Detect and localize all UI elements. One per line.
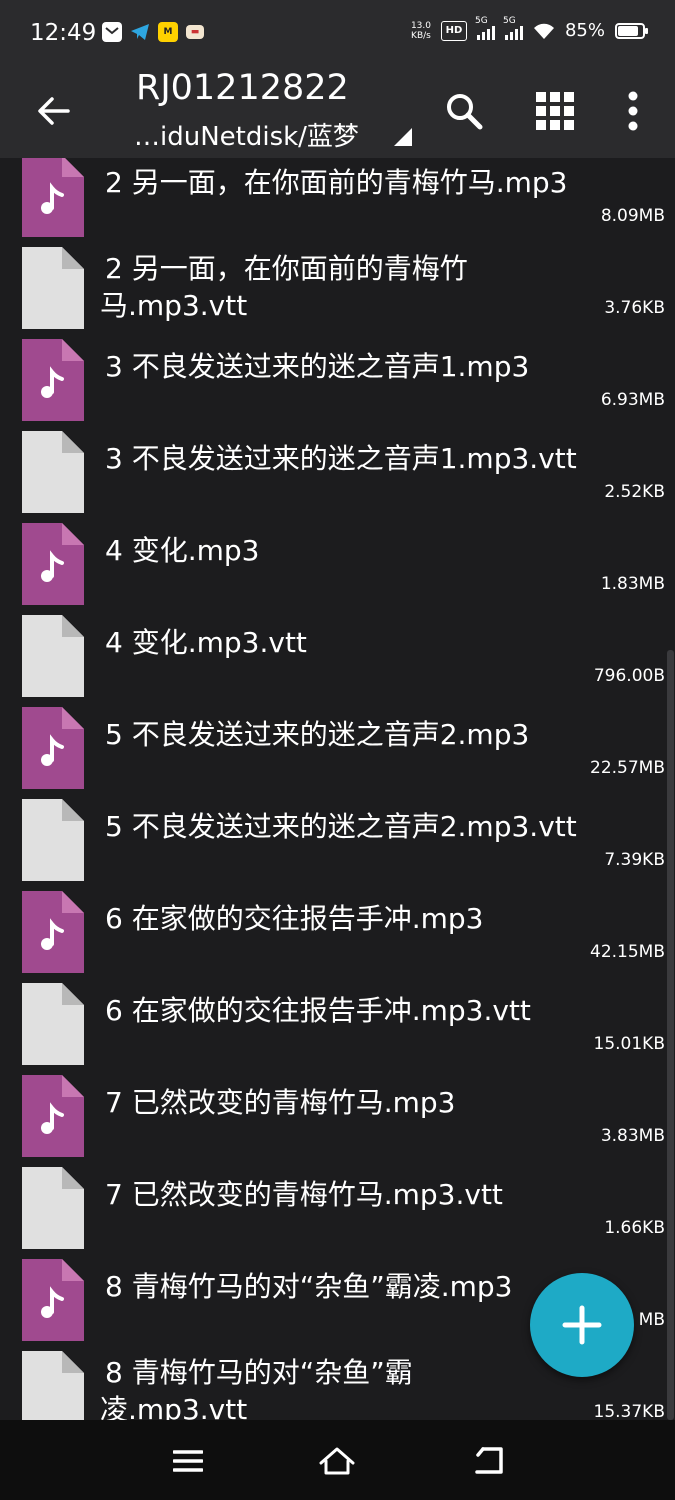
plus-icon bbox=[562, 1305, 602, 1345]
file-size: 7.39KB bbox=[604, 850, 665, 870]
audio-file-icon bbox=[22, 1259, 84, 1341]
network-speed-unit: KB/s bbox=[411, 30, 431, 41]
subtitle-file-row[interactable]: 3 不良发送过来的迷之音声1.mp3.vtt 2.52KB bbox=[0, 426, 675, 518]
document-file-icon bbox=[22, 431, 84, 513]
grid-view-icon bbox=[536, 92, 574, 130]
signal-5g-icon-2: 5G bbox=[503, 16, 523, 40]
signal1-label: 5G bbox=[474, 15, 488, 26]
add-fab-button[interactable] bbox=[530, 1273, 634, 1377]
file-name: 2 另一面，在你面前的青梅竹马.mp3 bbox=[105, 166, 568, 199]
file-size: 42.15MB bbox=[590, 942, 665, 962]
file-name: 3 不良发送过来的迷之音声1.mp3 bbox=[105, 350, 530, 383]
document-file-icon bbox=[22, 983, 84, 1065]
subtitle-file-row[interactable]: 5 不良发送过来的迷之音声2.mp3.vtt 7.39KB bbox=[0, 794, 675, 886]
file-name-line1: 2 另一面，在你面前的青梅竹 bbox=[105, 252, 468, 285]
file-name-line2: 凌.mp3.vtt bbox=[100, 1393, 248, 1420]
back-button[interactable] bbox=[28, 86, 78, 136]
app-notification-icon: ▬ bbox=[186, 25, 204, 39]
more-options-button[interactable] bbox=[605, 83, 661, 139]
audio-file-row[interactable]: 7 已然改变的青梅竹马.mp3 3.83MB bbox=[0, 1070, 675, 1162]
search-icon bbox=[447, 94, 483, 130]
file-name: 3 不良发送过来的迷之音声1.mp3.vtt bbox=[105, 442, 577, 475]
file-name: 8 青梅竹马的对“杂鱼”霸凌.mp3.vtt bbox=[100, 1354, 605, 1420]
subtitle-file-row[interactable]: 7 已然改变的青梅竹马.mp3.vtt 1.66KB bbox=[0, 1162, 675, 1254]
back-icon bbox=[475, 1447, 503, 1474]
file-size: 3.76KB bbox=[604, 298, 665, 318]
audio-file-icon bbox=[22, 523, 84, 605]
audio-file-row[interactable]: 2 另一面，在你面前的青梅竹马.mp3 8.09MB bbox=[0, 158, 675, 242]
network-speed: 13.0 KB/s bbox=[411, 21, 431, 41]
audio-file-row[interactable]: 6 在家做的交往报告手冲.mp3 42.15MB bbox=[0, 886, 675, 978]
file-name-line1: 8 青梅竹马的对“杂鱼”霸 bbox=[105, 1356, 413, 1389]
document-file-icon bbox=[22, 247, 84, 329]
back-arrow-icon bbox=[38, 97, 70, 125]
file-name: 6 在家做的交往报告手冲.mp3.vtt bbox=[105, 994, 531, 1027]
file-list[interactable]: 2 另一面，在你面前的青梅竹马.mp3 8.09MB 2 另一面，在你面前的青梅竹马… bbox=[0, 158, 675, 1420]
file-size: 15.01KB bbox=[593, 1034, 665, 1054]
file-size: MB bbox=[638, 1310, 665, 1330]
system-back-button[interactable] bbox=[463, 1436, 513, 1486]
file-name: 4 变化.mp3.vtt bbox=[105, 626, 307, 659]
file-name-line2: 马.mp3.vtt bbox=[100, 289, 248, 322]
file-name: 6 在家做的交往报告手冲.mp3 bbox=[105, 902, 484, 935]
subtitle-file-row[interactable]: 6 在家做的交往报告手冲.mp3.vtt 15.01KB bbox=[0, 978, 675, 1070]
file-size: 796.00B bbox=[593, 666, 665, 686]
recent-apps-button[interactable] bbox=[163, 1436, 213, 1486]
document-file-icon bbox=[22, 1167, 84, 1249]
audio-file-row[interactable]: 3 不良发送过来的迷之音声1.mp3 6.93MB bbox=[0, 334, 675, 426]
file-size: 1.83MB bbox=[600, 574, 665, 594]
notification-icons: M ▬ bbox=[102, 22, 204, 42]
status-indicators: 13.0 KB/s HD 5G 5G 85% bbox=[411, 16, 648, 41]
grid-view-button[interactable] bbox=[527, 83, 583, 139]
meituan-notification-icon: M bbox=[158, 22, 178, 42]
document-file-icon bbox=[22, 615, 84, 697]
more-vertical-icon bbox=[628, 91, 638, 131]
file-size: 3.83MB bbox=[600, 1126, 665, 1146]
search-button[interactable] bbox=[436, 83, 492, 139]
file-size: 1.66KB bbox=[604, 1218, 665, 1238]
subtitle-file-row[interactable]: 4 变化.mp3.vtt 796.00B bbox=[0, 610, 675, 702]
status-time: 12:49 bbox=[30, 20, 97, 46]
file-name: 5 不良发送过来的迷之音声2.mp3 bbox=[105, 718, 530, 751]
audio-file-row[interactable]: 4 变化.mp3 1.83MB bbox=[0, 518, 675, 610]
signal2-label: 5G bbox=[502, 15, 516, 26]
audio-file-icon bbox=[22, 891, 84, 973]
app-bar: RJ01212822 …iduNetdisk/蓝梦 bbox=[0, 68, 675, 158]
signal-5g-icon: 5G bbox=[475, 16, 495, 40]
menu-icon bbox=[173, 1450, 203, 1472]
file-size: 2.52KB bbox=[604, 482, 665, 502]
battery-percent: 85% bbox=[564, 20, 605, 41]
subtitle-file-row[interactable]: 2 另一面，在你面前的青梅竹 马.mp3.vtt 3.76KB bbox=[0, 242, 675, 334]
file-name: 5 不良发送过来的迷之音声2.mp3.vtt bbox=[105, 810, 577, 843]
folder-title: RJ01212822 bbox=[136, 68, 349, 108]
status-bar: 12:49 M ▬ 13.0 KB/s HD 5G 5G 85% bbox=[0, 0, 675, 68]
audio-file-icon bbox=[22, 158, 84, 237]
file-name: 4 变化.mp3 bbox=[105, 534, 260, 567]
audio-file-icon bbox=[22, 1075, 84, 1157]
audio-file-row[interactable]: 5 不良发送过来的迷之音声2.mp3 22.57MB bbox=[0, 702, 675, 794]
navigation-bar bbox=[0, 1420, 675, 1500]
hd-volte-icon: HD bbox=[440, 20, 467, 41]
path-dropdown-icon[interactable] bbox=[394, 128, 412, 146]
file-name: 2 另一面，在你面前的青梅竹马.mp3.vtt bbox=[100, 250, 605, 324]
file-size: 6.93MB bbox=[600, 390, 665, 410]
wifi-icon bbox=[533, 23, 554, 39]
document-file-icon bbox=[22, 1351, 84, 1420]
file-size: 15.37KB bbox=[593, 1402, 665, 1420]
folder-path[interactable]: …iduNetdisk/蓝梦 bbox=[134, 116, 359, 153]
home-button[interactable] bbox=[312, 1436, 362, 1486]
file-size: 22.57MB bbox=[590, 758, 665, 778]
battery-icon bbox=[615, 22, 648, 39]
network-speed-value: 13.0 bbox=[410, 20, 431, 31]
home-icon bbox=[319, 1447, 355, 1475]
file-name: 7 已然改变的青梅竹马.mp3 bbox=[105, 1086, 456, 1119]
audio-file-icon bbox=[22, 339, 84, 421]
telegram-notification-icon bbox=[130, 22, 150, 42]
scrollbar[interactable] bbox=[667, 650, 674, 1420]
file-name: 7 已然改变的青梅竹马.mp3.vtt bbox=[105, 1178, 503, 1211]
document-file-icon bbox=[22, 799, 84, 881]
message-notification-icon bbox=[102, 22, 122, 42]
audio-file-icon bbox=[22, 707, 84, 789]
file-size: 8.09MB bbox=[600, 206, 665, 226]
